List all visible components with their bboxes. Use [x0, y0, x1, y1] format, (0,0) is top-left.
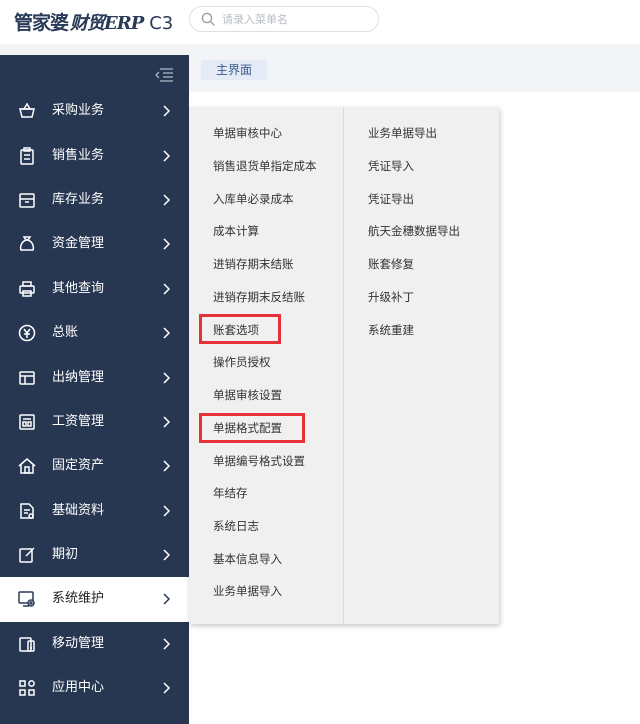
sidebar-item-sales[interactable]: 销售业务: [0, 133, 189, 177]
sidebar-item-inventory[interactable]: 库存业务: [0, 178, 189, 222]
submenu-item-cost-calculation[interactable]: 成本计算: [213, 224, 259, 238]
sidebar: 采购业务 销售业务 库存业务 资金管理 其他查询 总账 出纳管理 工资管理 固定…: [0, 55, 189, 724]
menu-search-box[interactable]: [189, 6, 379, 32]
edit-icon: [19, 547, 35, 563]
yen-icon: [18, 324, 36, 342]
submenu-item-year-end-closing[interactable]: 年结存: [213, 486, 248, 500]
chevron-right-icon: [163, 682, 171, 694]
chevron-right-icon: [163, 327, 171, 339]
submenu-item-account-set-repair[interactable]: 账套修复: [368, 257, 414, 271]
tab-main[interactable]: 主界面: [201, 60, 268, 80]
chevron-right-icon: [163, 638, 171, 650]
highlight-box-account-set-options: [199, 314, 281, 344]
submenu-column-divider: [343, 107, 344, 624]
submenu-item-system-rebuild[interactable]: 系统重建: [368, 323, 414, 337]
submenu-item-system-log[interactable]: 系统日志: [213, 519, 259, 533]
submenu-item-inbound-required-cost[interactable]: 入库单必录成本: [213, 192, 294, 206]
collapse-menu-icon[interactable]: [154, 67, 174, 83]
sidebar-item-label: 总账: [52, 325, 79, 341]
chevron-right-icon: [163, 150, 171, 162]
search-input[interactable]: [222, 10, 372, 28]
submenu-item-document-review-center[interactable]: 单据审核中心: [213, 126, 282, 140]
sidebar-item-label: 资金管理: [52, 236, 105, 252]
logo-brand: 管家婆: [14, 12, 69, 34]
sidebar-item-label: 采购业务: [52, 103, 105, 119]
sidebar-item-mobile[interactable]: 移动管理: [0, 622, 189, 666]
clipboard-icon: [20, 146, 34, 165]
sidebar-item-basic-data[interactable]: 基础资料: [0, 489, 189, 533]
highlight-box-document-format-config: [199, 413, 305, 443]
chevron-right-icon: [163, 194, 171, 206]
chevron-right-icon: [163, 238, 171, 250]
sidebar-item-label: 其他查询: [52, 280, 105, 296]
chevron-right-icon: [163, 505, 171, 517]
chevron-right-icon: [163, 283, 171, 295]
logo-product: 财贸ERP: [70, 13, 144, 34]
sidebar-item-label: 销售业务: [52, 147, 105, 163]
sidebar-item-label: 系统维护: [52, 591, 105, 607]
sidebar-item-label: 基础资料: [52, 502, 105, 518]
top-bar: 管家婆 财贸ERP C3: [0, 0, 640, 44]
chevron-right-icon: [163, 372, 171, 384]
chevron-right-icon: [163, 416, 171, 428]
chevron-right-icon: [163, 593, 171, 606]
submenu-item-operator-authorization[interactable]: 操作员授权: [213, 355, 271, 369]
chevron-right-icon: [163, 460, 171, 472]
app-logo: 管家婆 财贸ERP C3: [14, 8, 173, 34]
printer-icon: [19, 281, 35, 297]
sidebar-item-general-ledger[interactable]: 总账: [0, 311, 189, 355]
tab-bar: 主界面: [189, 55, 640, 92]
submenu-item-period-end-closing[interactable]: 进销存期末结账: [213, 257, 294, 271]
sidebar-item-label: 工资管理: [52, 413, 105, 429]
sidebar-item-system-maintenance[interactable]: 系统维护: [0, 577, 189, 622]
sidebar-item-salary[interactable]: 工资管理: [0, 400, 189, 444]
submenu-item-sales-return-cost[interactable]: 销售退货单指定成本: [213, 159, 317, 173]
sidebar-item-other-query[interactable]: 其他查询: [0, 267, 189, 311]
submenu-item-period-end-reverse-closing[interactable]: 进销存期末反结账: [213, 290, 305, 304]
submenu-item-business-document-import[interactable]: 业务单据导入: [213, 584, 282, 598]
sidebar-item-label: 应用中心: [52, 680, 105, 696]
submenu-item-voucher-import[interactable]: 凭证导入: [368, 159, 414, 173]
app-grid-icon: [19, 680, 35, 697]
header-divider: [0, 44, 640, 55]
chevron-right-icon: [163, 549, 171, 561]
sidebar-item-label: 库存业务: [52, 191, 105, 207]
submenu-item-voucher-export[interactable]: 凭证导出: [368, 192, 414, 206]
sidebar-menu: 采购业务 销售业务 库存业务 资金管理 其他查询 总账 出纳管理 工资管理 固定…: [0, 89, 189, 710]
money-bag-icon: [19, 236, 35, 252]
submenu-item-basic-info-import[interactable]: 基本信息导入: [213, 552, 282, 566]
sidebar-item-app-center[interactable]: 应用中心: [0, 666, 189, 710]
sidebar-item-cashier[interactable]: 出纳管理: [0, 355, 189, 399]
sidebar-item-label: 期初: [52, 547, 79, 563]
house-icon: [18, 458, 36, 475]
sidebar-item-fixed-assets[interactable]: 固定资产: [0, 444, 189, 488]
submenu-item-business-document-export[interactable]: 业务单据导出: [368, 126, 437, 140]
salary-document-icon: [19, 414, 35, 430]
submenu-item-aisino-data-export[interactable]: 航天金穗数据导出: [368, 224, 460, 238]
sidebar-item-purchase[interactable]: 采购业务: [0, 89, 189, 133]
sidebar-item-opening[interactable]: 期初: [0, 533, 189, 577]
submenu-item-document-review-settings[interactable]: 单据审核设置: [213, 388, 282, 402]
data-file-icon: [20, 502, 34, 519]
submenu-item-document-number-format[interactable]: 单据编号格式设置: [213, 454, 305, 468]
shopping-basket-icon: [19, 102, 35, 118]
sidebar-item-funds[interactable]: 资金管理: [0, 222, 189, 266]
chevron-right-icon: [163, 105, 171, 117]
mobile-icon: [19, 637, 35, 652]
system-maintenance-submenu: 单据审核中心 销售退货单指定成本 入库单必录成本 成本计算 进销存期末结账 进销…: [189, 107, 499, 624]
search-icon: [201, 12, 215, 26]
sidebar-item-label: 移动管理: [52, 635, 105, 651]
submenu-item-upgrade-patch[interactable]: 升级补丁: [368, 290, 414, 304]
inventory-box-icon: [19, 193, 35, 208]
sidebar-item-label: 出纳管理: [52, 369, 105, 385]
system-maintenance-icon: [18, 591, 35, 608]
sidebar-item-label: 固定资产: [52, 458, 105, 474]
logo-version: C3: [149, 13, 174, 34]
cashier-layout-icon: [19, 370, 35, 385]
